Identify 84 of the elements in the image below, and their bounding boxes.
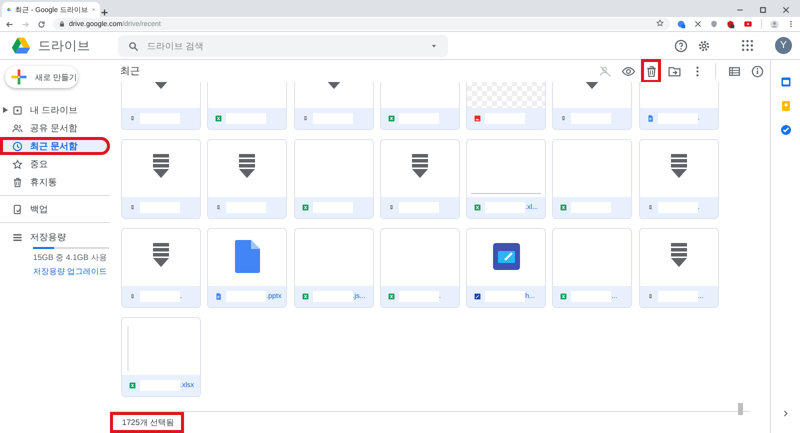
archive-icon: [646, 293, 654, 300]
trash-icon: [12, 176, 23, 188]
star-icon[interactable]: [656, 19, 664, 27]
download-icon: [670, 154, 687, 178]
nav-item[interactable]: 최근 문서함: [0, 137, 110, 155]
search-icon: [128, 40, 139, 52]
image-icon: [474, 115, 482, 122]
drive-icon: [12, 104, 23, 116]
folder-arrow-icon: [668, 64, 680, 78]
page-title: 최근: [120, 65, 140, 78]
expand-icon[interactable]: [3, 107, 8, 113]
plus-icon: [10, 68, 28, 86]
spreadsheet-icon: [302, 293, 309, 300]
check-circle-icon[interactable]: [780, 124, 792, 136]
storage-usage: 15GB 중 4.1GB 사용: [33, 252, 108, 263]
app-icon: [474, 293, 482, 300]
trash-button[interactable]: [641, 59, 661, 83]
clock-icon: [12, 140, 23, 152]
archive-icon: [560, 115, 568, 122]
app-name: 드라이브: [38, 36, 90, 54]
drive-logo-icon: [10, 36, 32, 56]
calendar-icon[interactable]: [780, 76, 792, 88]
file-card[interactable]: [121, 139, 201, 219]
unshare-icon: [598, 64, 612, 78]
app-icon: [492, 243, 520, 270]
storage-label: 저장용량: [30, 231, 66, 244]
archive-icon: [388, 204, 395, 211]
star-icon: [12, 158, 23, 170]
spreadsheet-icon: [129, 382, 136, 389]
trash-icon: [644, 64, 658, 78]
document-icon: [215, 293, 222, 300]
storage-icon: [12, 232, 23, 243]
download-icon: [239, 154, 256, 178]
help-icon[interactable]: [674, 38, 688, 52]
eye-icon: [622, 64, 634, 78]
nav-item[interactable]: 휴지통: [0, 173, 110, 191]
reload-icon[interactable]: [37, 20, 46, 28]
new-tab-icon[interactable]: [100, 8, 109, 17]
spreadsheet-icon: [474, 204, 482, 211]
spreadsheet-icon: [560, 204, 568, 211]
shield-icon[interactable]: [726, 20, 735, 28]
sheet-preview-line: [471, 193, 542, 194]
archive-icon: [302, 115, 309, 122]
document-icon: [646, 115, 654, 122]
drive-logo-icon: [7, 5, 12, 14]
nav-item[interactable]: 공유 문서함: [0, 119, 110, 137]
nav-item[interactable]: 내 드라이브: [0, 101, 110, 119]
search-field[interactable]: 드라이브 검색: [118, 34, 448, 56]
scrollbar-thumb[interactable]: [738, 403, 743, 415]
archive-icon: [646, 204, 654, 211]
upgrade-link[interactable]: 저장용량 업그레이드: [33, 266, 110, 277]
restore-icon[interactable]: [759, 6, 767, 14]
spreadsheet-icon: [560, 293, 568, 300]
nav-item[interactable]: 백업: [0, 200, 110, 218]
download-icon: [153, 154, 169, 178]
spreadsheet-icon: [388, 115, 395, 122]
chevron-right-icon[interactable]: [781, 409, 790, 418]
lock-icon: [59, 21, 65, 27]
extension-icon[interactable]: [677, 20, 686, 28]
video-icon[interactable]: [743, 20, 753, 28]
extension-icon[interactable]: [694, 20, 702, 28]
info-icon: [750, 64, 764, 78]
archive-icon: [215, 204, 222, 211]
close-icon[interactable]: [782, 6, 790, 14]
file-card[interactable]: [207, 139, 288, 219]
spreadsheet-icon: [302, 204, 309, 211]
back-icon[interactable]: [5, 20, 14, 28]
download-icon: [670, 243, 687, 267]
backup-icon: [12, 204, 23, 214]
download-icon: [412, 154, 428, 178]
settings-icon[interactable]: [697, 38, 711, 52]
people-icon: [12, 122, 23, 134]
spreadsheet-icon: [215, 115, 222, 122]
download-icon: [153, 243, 169, 267]
document-icon: [234, 240, 260, 273]
avatar[interactable]: Y: [775, 37, 792, 54]
selection-status: 1725개 선택됨: [110, 412, 184, 433]
spreadsheet-icon: [388, 293, 395, 300]
apps-icon[interactable]: [741, 39, 754, 52]
file-card[interactable]: [380, 139, 460, 219]
profile-icon[interactable]: [770, 20, 779, 28]
new-button[interactable]: 새로 만들기: [5, 66, 78, 88]
nav-item[interactable]: 중요: [0, 155, 110, 173]
list-view-icon: [728, 64, 740, 78]
